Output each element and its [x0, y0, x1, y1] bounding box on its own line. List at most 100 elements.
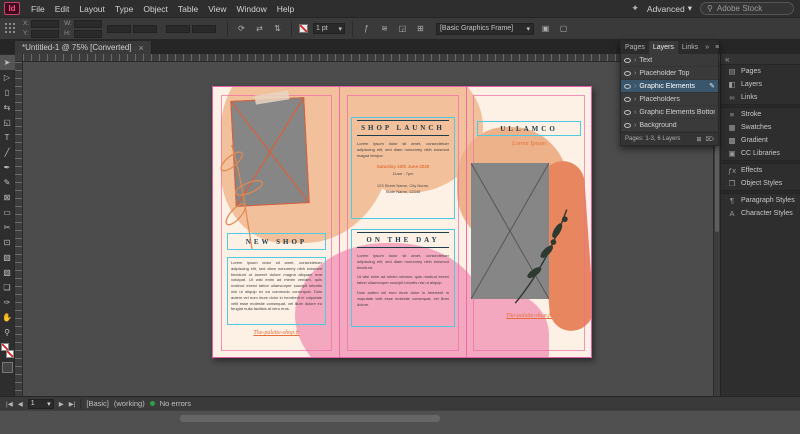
y-field[interactable]: [31, 29, 60, 38]
rotate-icon[interactable]: ⟳: [235, 22, 248, 35]
flip-horizontal-icon[interactable]: ⇄: [253, 22, 266, 35]
line-tool[interactable]: ╱: [0, 145, 15, 160]
w-field[interactable]: [73, 19, 102, 28]
fill-swatch[interactable]: [0, 343, 9, 351]
expand-chevron-icon[interactable]: ›: [634, 109, 636, 116]
menu-help[interactable]: Help: [272, 4, 299, 14]
text-wrap-icon[interactable]: ≋: [378, 22, 391, 35]
delete-layer-icon[interactable]: ⌦: [706, 136, 714, 143]
dock-item-paragraph-styles[interactable]: ¶ Paragraph Styles: [721, 194, 800, 207]
share-icon[interactable]: ✦: [631, 3, 639, 14]
horizontal-scroll-thumb[interactable]: [180, 415, 440, 422]
expand-chevron-icon[interactable]: ›: [634, 83, 636, 90]
expand-chevron-icon[interactable]: ›: [634, 122, 636, 129]
stroke-swatch[interactable]: [5, 350, 14, 358]
x-field[interactable]: [31, 19, 60, 28]
preflight-no-errors[interactable]: No errors: [160, 399, 191, 408]
corner-options-icon[interactable]: ◲: [396, 22, 409, 35]
layer-row-background[interactable]: › Background: [621, 119, 718, 132]
canvas[interactable]: NEW SHOP Lorem ipsum dolor sit amet, con…: [15, 54, 720, 396]
dock-header[interactable]: «: [721, 54, 800, 65]
body-text-frame[interactable]: Lorem ipsum dolor sit amet, consectetuer…: [227, 257, 326, 325]
expand-panels-icon[interactable]: «: [725, 55, 729, 64]
brochure-page[interactable]: NEW SHOP Lorem ipsum dolor sit amet, con…: [212, 86, 592, 358]
layer-name[interactable]: Text: [639, 57, 715, 64]
direct-selection-tool[interactable]: ▷: [0, 70, 15, 85]
rectangle-frame-tool[interactable]: ⊠: [0, 190, 15, 205]
dock-item-links[interactable]: ∞ Links: [721, 91, 800, 104]
website-script-text[interactable]: The-palette-shop.fr: [477, 313, 581, 319]
ruler-origin[interactable]: [15, 54, 23, 62]
dock-item-gradient[interactable]: ▩ Gradient: [721, 134, 800, 147]
rotation-field[interactable]: [165, 24, 190, 33]
menu-layout[interactable]: Layout: [74, 4, 110, 14]
visibility-eye-icon[interactable]: [624, 70, 631, 76]
scale-x-field[interactable]: [106, 24, 131, 33]
preflight-profile[interactable]: [Basic]: [86, 399, 109, 408]
select-content-icon[interactable]: ▢: [557, 22, 570, 35]
layer-row-graphic-elements-bottom[interactable]: › Graphic Elements Bottom: [621, 106, 718, 119]
collapse-icon[interactable]: »: [702, 41, 712, 54]
dark-leaf-branch-art[interactable]: [505, 202, 577, 307]
visibility-eye-icon[interactable]: [624, 83, 631, 89]
page-tool[interactable]: ▯: [0, 85, 15, 100]
layer-name[interactable]: Placeholders: [639, 96, 715, 103]
h-field[interactable]: [73, 29, 102, 38]
dock-item-object-styles[interactable]: ❒ Object Styles: [721, 177, 800, 190]
visibility-eye-icon[interactable]: [624, 122, 631, 128]
tab-layers[interactable]: Layers: [648, 41, 678, 54]
zoom-tool[interactable]: ⚲: [0, 325, 15, 340]
expand-chevron-icon[interactable]: ›: [634, 96, 636, 103]
layer-name[interactable]: Background: [639, 122, 715, 129]
reference-point-proxy[interactable]: [5, 23, 16, 34]
vertical-scroll-thumb[interactable]: [715, 132, 719, 232]
page-number-select[interactable]: 1 ▾: [27, 398, 54, 409]
gradient-tool[interactable]: ▧: [0, 250, 15, 265]
menu-window[interactable]: Window: [232, 4, 272, 14]
select-container-icon[interactable]: ▣: [539, 22, 552, 35]
horizontal-scrollbar-area[interactable]: [0, 410, 800, 434]
tab-links[interactable]: Links: [678, 41, 702, 54]
flip-vertical-icon[interactable]: ⇅: [271, 22, 284, 35]
free-transform-tool[interactable]: ⊡: [0, 235, 15, 250]
tab-pages[interactable]: Pages: [621, 41, 649, 54]
expand-chevron-icon[interactable]: ›: [634, 70, 636, 77]
dock-item-cc-libraries[interactable]: ▣ CC Libraries: [721, 147, 800, 160]
visibility-eye-icon[interactable]: [624, 96, 631, 102]
menu-table[interactable]: Table: [173, 4, 203, 14]
note-tool[interactable]: ❏: [0, 280, 15, 295]
previous-page-button[interactable]: ◀: [18, 400, 23, 408]
layer-row-placeholders[interactable]: › Placeholders: [621, 93, 718, 106]
close-icon[interactable]: ×: [139, 43, 144, 53]
rectangle-tool[interactable]: ▭: [0, 205, 15, 220]
gradient-feather-tool[interactable]: ▨: [0, 265, 15, 280]
layer-name[interactable]: Placeholder Top: [639, 70, 715, 77]
dock-item-character-styles[interactable]: A Character Styles: [721, 207, 800, 220]
vertical-ruler[interactable]: [15, 62, 23, 396]
dock-item-swatches[interactable]: ▦ Swatches: [721, 121, 800, 134]
horizontal-ruler[interactable]: [23, 54, 713, 62]
menu-file[interactable]: File: [26, 4, 50, 14]
stroke-color-swatch[interactable]: [298, 24, 308, 33]
layer-row-text[interactable]: › Text: [621, 54, 718, 67]
expand-chevron-icon[interactable]: ›: [634, 57, 636, 64]
screen-mode-button[interactable]: [1, 362, 13, 373]
visibility-eye-icon[interactable]: [624, 57, 631, 63]
adobe-stock-search-input[interactable]: ⚲ Adobe Stock: [700, 2, 794, 15]
menu-type[interactable]: Type: [110, 4, 138, 14]
last-page-button[interactable]: ▶|: [69, 400, 76, 408]
eyedropper-tool[interactable]: ✑: [0, 295, 15, 310]
pencil-tool[interactable]: ✎: [0, 175, 15, 190]
panel-menu-icon[interactable]: ≡: [712, 41, 722, 54]
launch-text-frame[interactable]: SHOP LAUNCH Lorem ipsum dolor sit amet, …: [351, 117, 455, 219]
selection-tool[interactable]: ➤: [0, 55, 15, 70]
shear-field[interactable]: [191, 24, 216, 33]
menu-object[interactable]: Object: [138, 4, 173, 14]
stroke-weight-select[interactable]: 1 pt ▾: [312, 23, 345, 34]
hand-tool[interactable]: ✋: [0, 310, 15, 325]
dock-item-layers[interactable]: ◧ Layers: [721, 78, 800, 91]
layer-name[interactable]: Graphic Elements Bottom: [639, 109, 715, 116]
script-subheading[interactable]: Lorem Ipsum: [477, 140, 581, 147]
dock-item-pages[interactable]: ▤ Pages: [721, 65, 800, 78]
new-layer-icon[interactable]: ⊞: [696, 136, 701, 143]
